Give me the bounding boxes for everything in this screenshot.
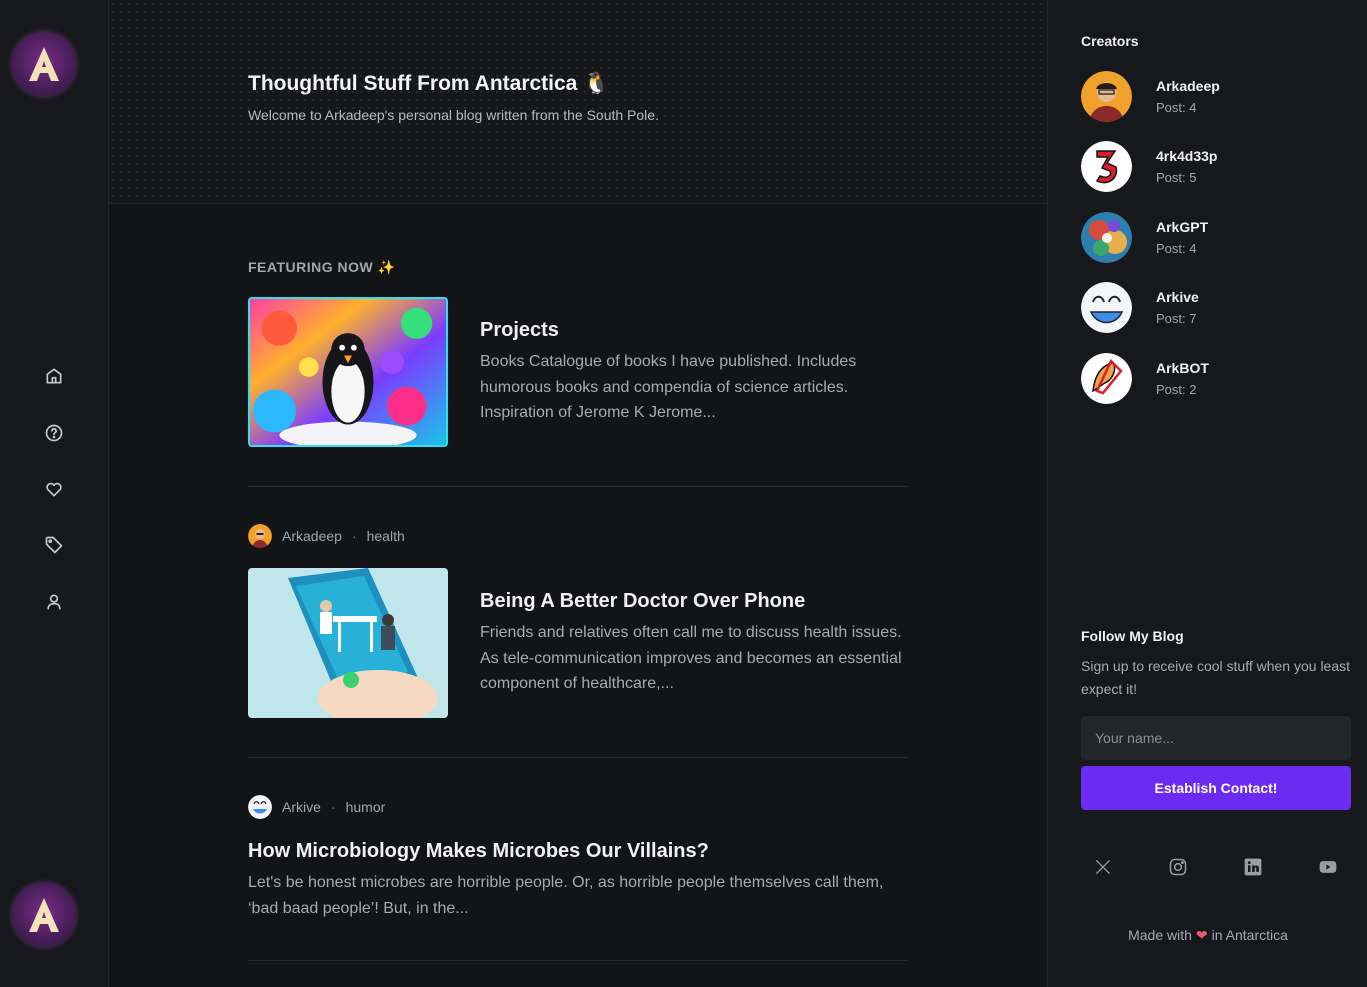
- creator-item[interactable]: 4rk4d33p Post: 5: [1081, 140, 1341, 192]
- featured-label: FEATURING NOW ✨: [248, 259, 396, 275]
- follow-heading: Follow My Blog: [1081, 628, 1184, 644]
- logo-a-icon: [29, 47, 59, 81]
- nav-home-icon[interactable]: [42, 364, 66, 388]
- creator-item[interactable]: ArkBOT Post: 2: [1081, 352, 1341, 404]
- penguin-illustration: [250, 299, 446, 445]
- author-name[interactable]: Arkadeep: [282, 528, 342, 544]
- creator-name: 4rk4d33p: [1156, 147, 1218, 164]
- featured-post-excerpt: Books Catalogue of books I have publishe…: [480, 353, 857, 421]
- creator-avatar: [1081, 70, 1132, 122]
- heart-icon: ❤: [1195, 927, 1208, 943]
- post-tag[interactable]: health: [367, 528, 405, 544]
- creator-avatar: [1081, 281, 1132, 333]
- linkedin-icon[interactable]: [1241, 855, 1265, 879]
- meta-separator: ·: [330, 799, 336, 815]
- phone-doctor-illustration: [248, 568, 448, 718]
- x-icon[interactable]: [1091, 855, 1115, 879]
- creator-avatar: [1081, 211, 1132, 263]
- creator-item[interactable]: Arkadeep Post: 4: [1081, 70, 1341, 122]
- creator-avatar: [1081, 140, 1132, 192]
- page-title: Thoughtful Stuff From Antarctica 🐧: [248, 72, 610, 95]
- follow-description: Sign up to receive cool stuff when you l…: [1081, 658, 1351, 697]
- creator-post-count: Post: 4: [1156, 99, 1197, 115]
- post-thumbnail[interactable]: [248, 568, 448, 718]
- featured-thumbnail[interactable]: [248, 297, 448, 447]
- hero-banner: Thoughtful Stuff From Antarctica 🐧 Welco…: [109, 0, 1047, 204]
- post-excerpt: Friends and relatives often call me to d…: [480, 624, 902, 692]
- creators-heading: Creators: [1081, 33, 1139, 49]
- establish-contact-button[interactable]: Establish Contact!: [1081, 766, 1351, 810]
- post-title[interactable]: How Microbiology Makes Microbes Our Vill…: [248, 840, 709, 863]
- author-avatar[interactable]: [248, 524, 272, 548]
- creator-post-count: Post: 5: [1156, 169, 1197, 185]
- creator-post-count: Post: 4: [1156, 240, 1197, 256]
- logo-a-icon: [29, 898, 59, 932]
- nav-tag-icon[interactable]: [42, 533, 66, 557]
- left-sidebar: [0, 0, 109, 987]
- user-avatar[interactable]: [12, 883, 76, 947]
- main-content: Thoughtful Stuff From Antarctica 🐧 Welco…: [109, 0, 1047, 987]
- page-subtitle: Welcome to Arkadeep's personal blog writ…: [248, 107, 659, 123]
- name-input[interactable]: [1081, 716, 1351, 760]
- creator-name: Arkadeep: [1156, 77, 1220, 94]
- post-title[interactable]: Being A Better Doctor Over Phone: [480, 590, 805, 613]
- featured-post-title[interactable]: Projects: [480, 319, 559, 342]
- creator-avatar: [1081, 352, 1132, 404]
- youtube-icon[interactable]: [1316, 855, 1340, 879]
- nav-help-circle-icon[interactable]: [42, 421, 66, 445]
- made-with-text: Made with: [1128, 927, 1192, 943]
- post-divider: [248, 486, 908, 487]
- creator-post-count: Post: 2: [1156, 381, 1197, 397]
- instagram-icon[interactable]: [1166, 855, 1190, 879]
- post-divider: [248, 757, 908, 758]
- post-meta: Arkive · humor: [248, 795, 385, 819]
- post-excerpt: Let's be honest microbes are horrible pe…: [248, 874, 884, 917]
- creator-item[interactable]: Arkive Post: 7: [1081, 281, 1341, 333]
- creator-post-count: Post: 7: [1156, 310, 1197, 326]
- post-tag[interactable]: humor: [346, 799, 386, 815]
- meta-separator: ·: [351, 528, 357, 544]
- nav-user-icon[interactable]: [42, 590, 66, 614]
- creator-name: ArkGPT: [1156, 218, 1209, 235]
- nav-heart-icon[interactable]: [42, 477, 66, 501]
- site-logo[interactable]: [12, 32, 76, 96]
- creator-name: ArkBOT: [1156, 359, 1209, 376]
- author-avatar[interactable]: [248, 795, 272, 819]
- post-divider: [248, 960, 908, 961]
- right-sidebar: Creators Arkadeep Post: 4 4rk4d33p Post:…: [1047, 0, 1367, 987]
- author-name[interactable]: Arkive: [282, 799, 321, 815]
- post-meta: Arkadeep · health: [248, 524, 405, 548]
- creator-name: Arkive: [1156, 288, 1199, 305]
- location-text: in Antarctica: [1211, 927, 1288, 943]
- creator-item[interactable]: ArkGPT Post: 4: [1081, 211, 1341, 263]
- footer-made-with: Made with ❤ in Antarctica: [1048, 927, 1367, 944]
